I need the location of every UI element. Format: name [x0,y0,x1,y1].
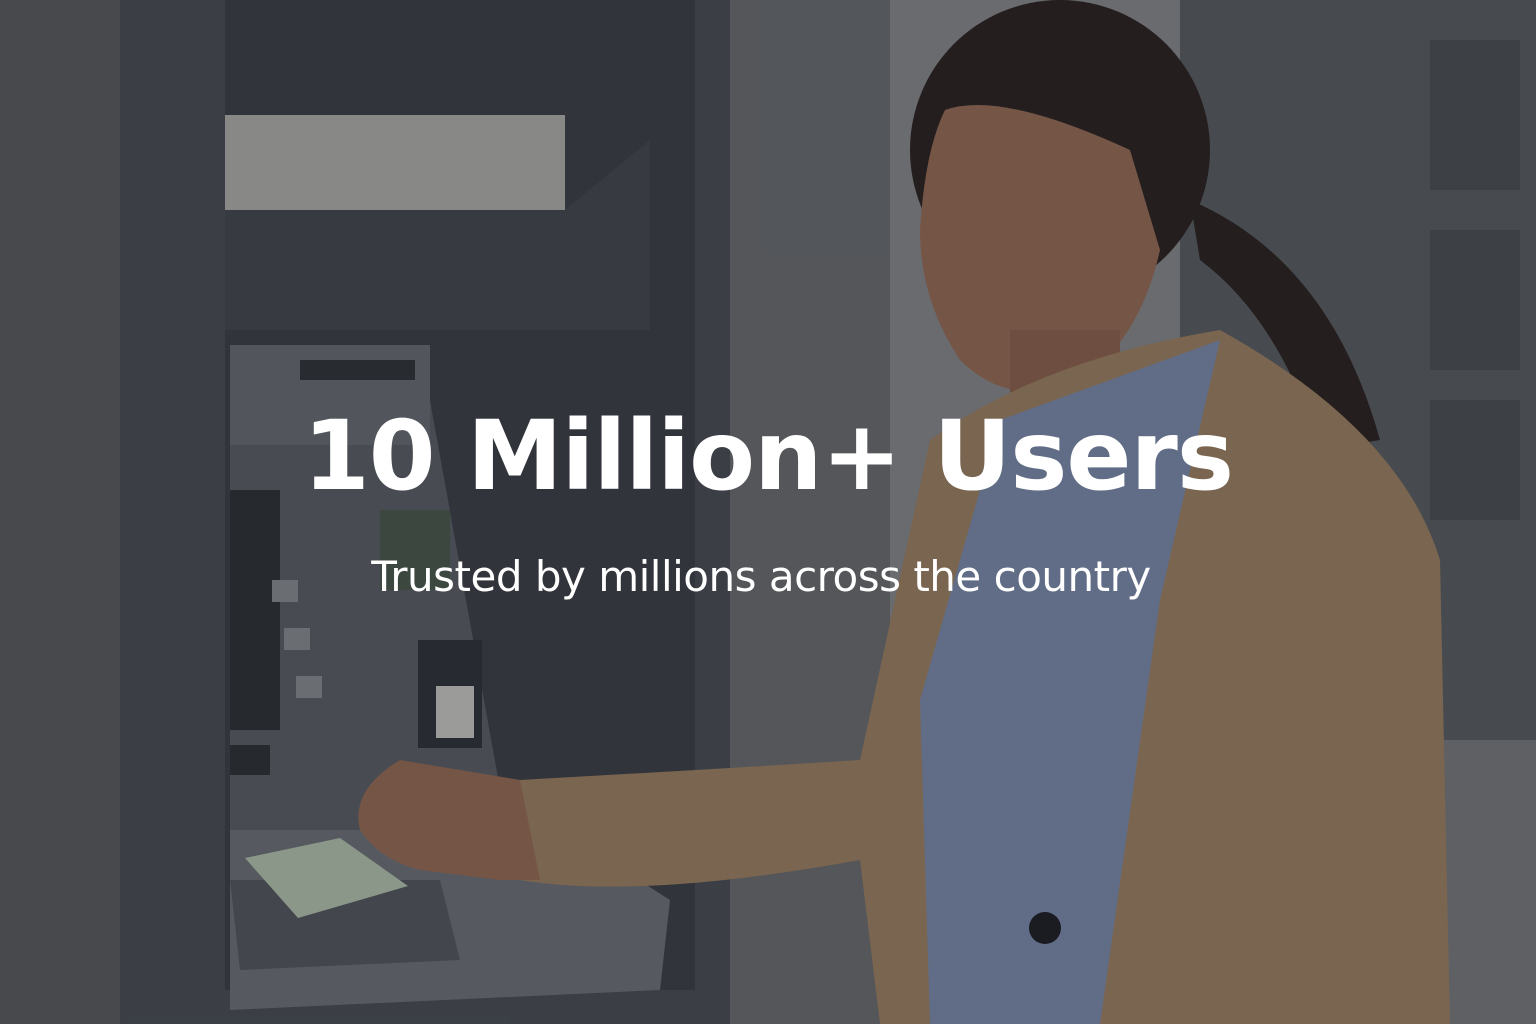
subheadline: Trusted by millions across the country [371,552,1151,601]
headline: 10 Million+ Users [302,400,1234,512]
hero-banner: 10 Million+ Users Trusted by millions ac… [0,0,1536,1024]
dark-overlay [0,0,1536,1024]
